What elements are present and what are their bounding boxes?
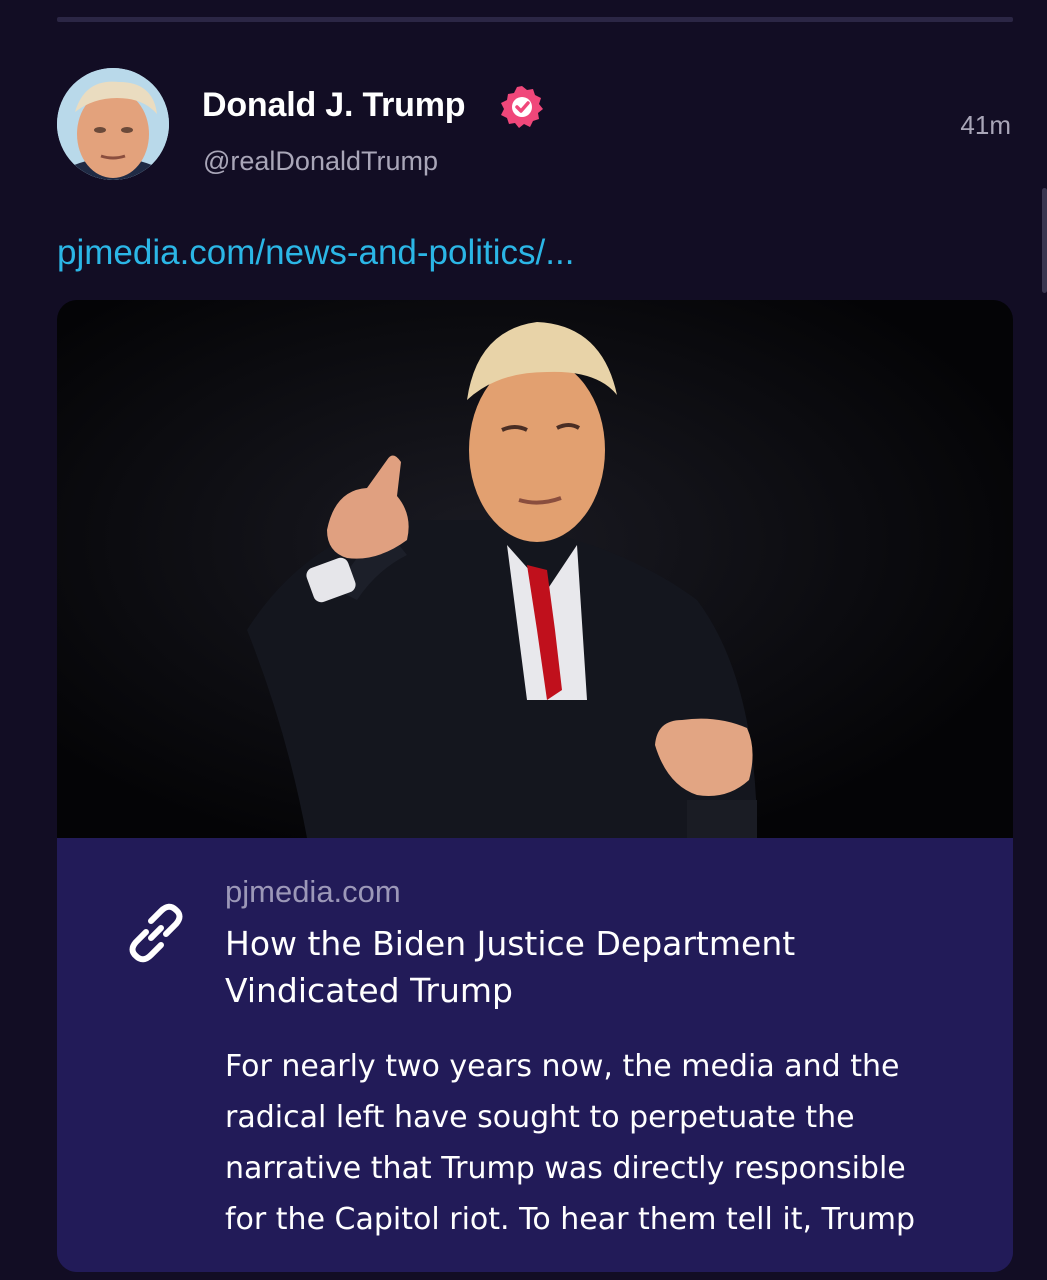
author-display-name[interactable]: Donald J. Trump: [202, 86, 466, 125]
link-icon: [129, 903, 183, 963]
article-photo-icon: [57, 300, 1013, 838]
avatar[interactable]: [57, 68, 169, 180]
post-timestamp[interactable]: 41m: [960, 110, 1011, 141]
link-preview-image[interactable]: [57, 300, 1013, 838]
link-preview-card[interactable]: pjmedia.com How the Biden Justice Depart…: [57, 300, 1013, 1272]
author-handle[interactable]: @realDonaldTrump: [203, 146, 438, 177]
post-link[interactable]: pjmedia.com/news-and-politics/...: [57, 233, 574, 273]
link-preview-description: For nearly two years now, the media and …: [225, 1049, 916, 1237]
link-preview-title[interactable]: How the Biden Justice Department Vindica…: [225, 920, 925, 1014]
verified-badge-icon: [501, 86, 543, 128]
avatar-photo-icon: [57, 68, 169, 180]
link-preview-body[interactable]: pjmedia.com How the Biden Justice Depart…: [57, 838, 1013, 1272]
app-screen: Donald J. Trump @realDonaldTrump 41m pjm…: [0, 0, 1047, 1280]
post-divider: [57, 17, 1013, 22]
scrollbar[interactable]: [1042, 188, 1047, 293]
link-preview-domain: pjmedia.com: [225, 874, 401, 909]
